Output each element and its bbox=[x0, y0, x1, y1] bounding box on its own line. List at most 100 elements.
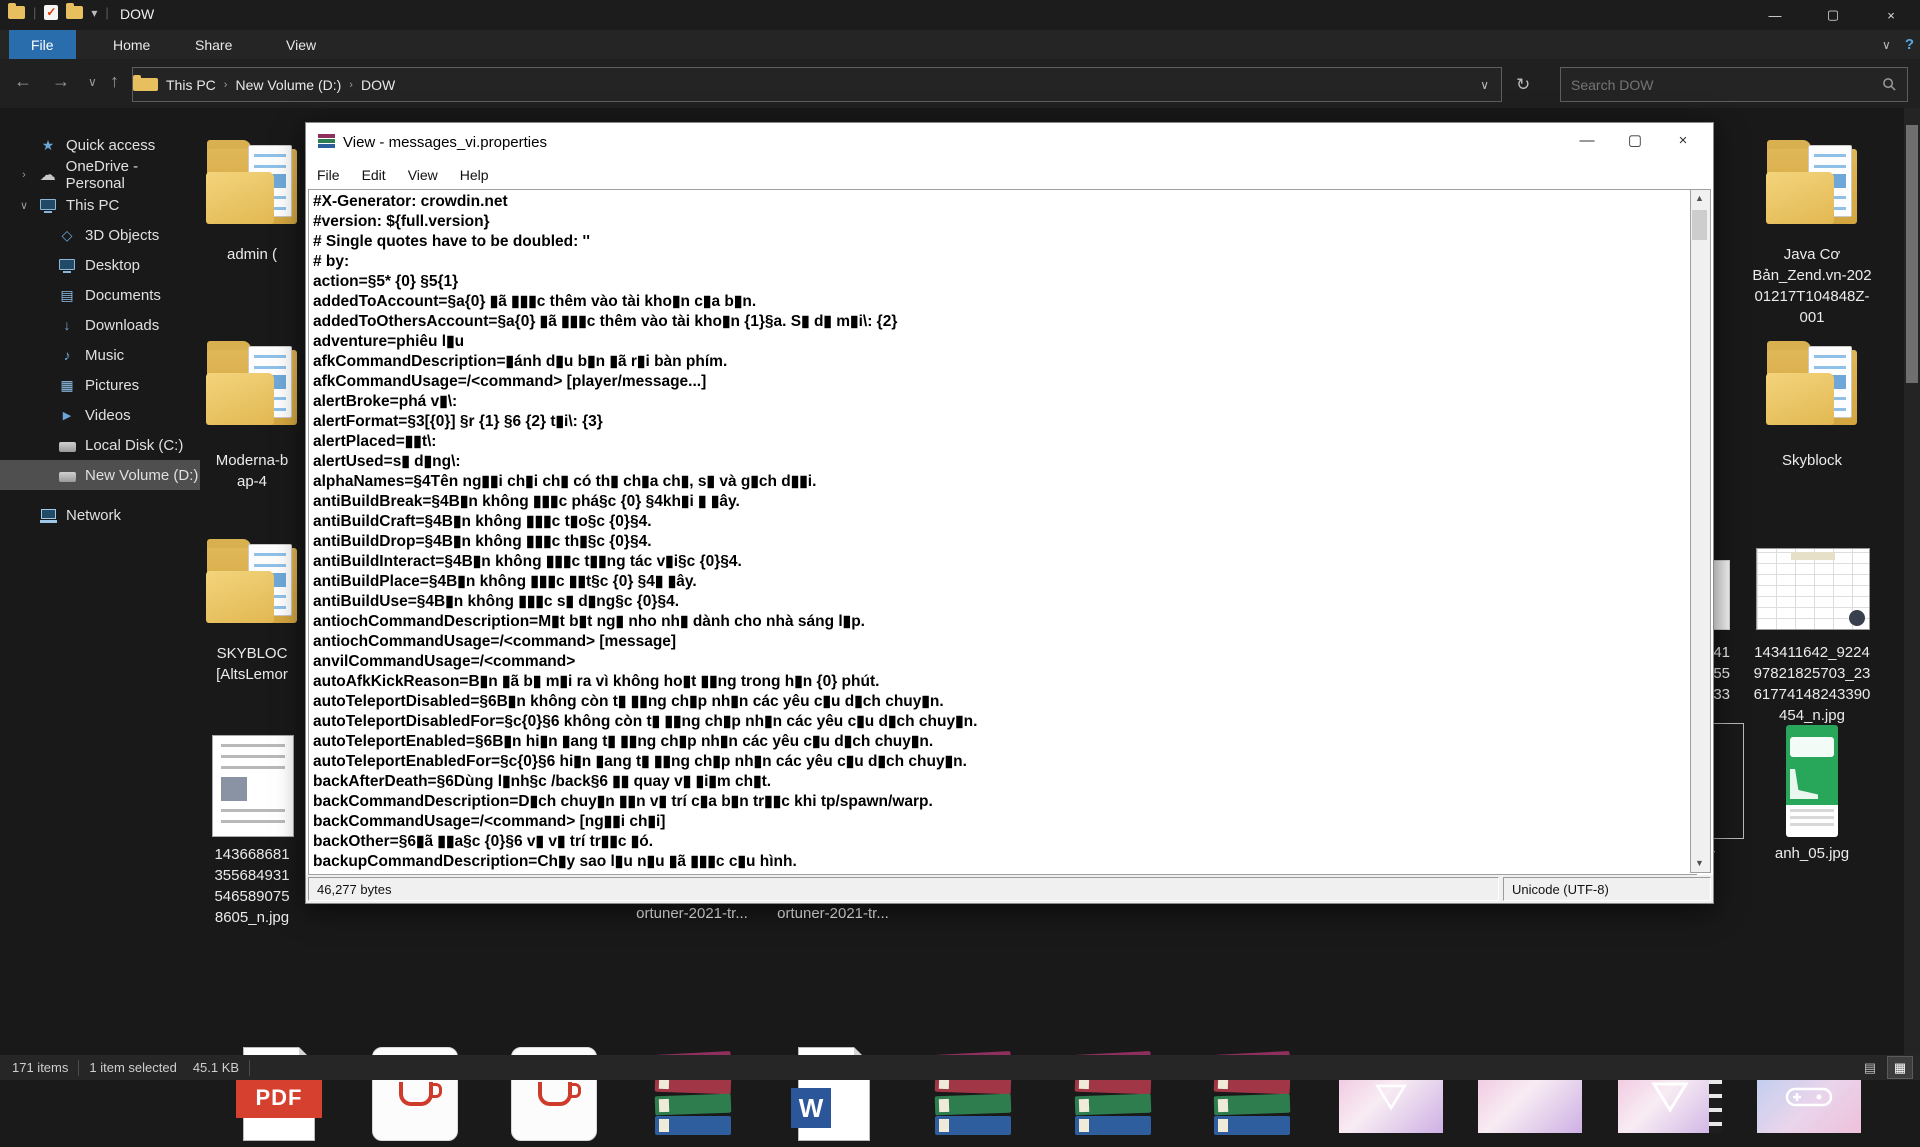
close-button[interactable]: × bbox=[1862, 0, 1920, 30]
minimize-button[interactable]: — bbox=[1746, 0, 1804, 30]
help-icon[interactable]: ? bbox=[1905, 36, 1914, 53]
explorer-scrollbar[interactable] bbox=[1904, 108, 1920, 1055]
titlebar-separator: | bbox=[33, 5, 36, 20]
pic-icon bbox=[58, 377, 76, 393]
drive-icon bbox=[58, 439, 76, 452]
sidebar-item-label: Documents bbox=[85, 287, 161, 304]
scroll-up-icon[interactable]: ▲ bbox=[1691, 190, 1708, 207]
statusbar-separator bbox=[249, 1060, 250, 1076]
quick-access-folder-icon[interactable] bbox=[66, 6, 83, 19]
titlebar-separator: | bbox=[105, 5, 108, 20]
viewer-close-button[interactable]: × bbox=[1667, 127, 1699, 153]
details-view-button[interactable]: ▤ bbox=[1858, 1057, 1882, 1078]
refresh-icon[interactable]: ↻ bbox=[1516, 75, 1530, 95]
cube-icon bbox=[58, 227, 76, 243]
statusbar-separator bbox=[78, 1060, 79, 1076]
drive-icon bbox=[58, 469, 76, 482]
sidebar-item-documents[interactable]: Documents bbox=[0, 280, 200, 310]
sidebar-item-label: OneDrive - Personal bbox=[66, 158, 200, 192]
window-title: DOW bbox=[120, 6, 154, 22]
file-item-label: anh_05.jpg bbox=[1722, 843, 1902, 864]
recent-locations-chevron-icon[interactable]: ∨ bbox=[88, 75, 97, 89]
expand-chevron-icon[interactable]: ∨ bbox=[18, 199, 30, 212]
sidebar-item-label: Music bbox=[85, 347, 124, 364]
vid-icon bbox=[58, 406, 76, 424]
monitor-icon bbox=[58, 258, 76, 273]
tab-home[interactable]: Home bbox=[91, 30, 172, 59]
file-item-label: 143411642_9224 97821825703_23 6177414824… bbox=[1722, 642, 1902, 726]
search-input[interactable] bbox=[1561, 77, 1882, 93]
sidebar-item-network[interactable]: Network bbox=[0, 500, 200, 530]
folder-icon[interactable] bbox=[204, 341, 300, 427]
breadcrumb-item[interactable]: New Volume (D:) bbox=[227, 77, 349, 93]
maximize-button[interactable]: ▢ bbox=[1804, 0, 1862, 30]
tab-share[interactable]: Share bbox=[173, 30, 254, 59]
ribbon-tab-bar: File HomeShare View ∨ ? bbox=[0, 30, 1920, 59]
up-button[interactable]: ↑ bbox=[110, 71, 119, 92]
sidebar-item-videos[interactable]: Videos bbox=[0, 400, 200, 430]
sidebar-item-pictures[interactable]: Pictures bbox=[0, 370, 200, 400]
file-item-label: Java Cơ Bản_Zend.vn-202 01217T104848Z- 0… bbox=[1722, 244, 1902, 328]
viewer-menu-edit[interactable]: Edit bbox=[351, 167, 397, 183]
sidebar-item-downloads[interactable]: Downloads bbox=[0, 310, 200, 340]
file-item-label: r bbox=[1710, 844, 1740, 865]
music-icon bbox=[58, 347, 76, 363]
explorer-scrollbar-thumb[interactable] bbox=[1906, 125, 1918, 383]
sidebar-item-label: Downloads bbox=[85, 317, 159, 334]
viewer-minimize-button[interactable]: — bbox=[1571, 127, 1603, 153]
sidebar-item-label: 3D Objects bbox=[85, 227, 159, 244]
viewer-menu-file[interactable]: File bbox=[306, 167, 351, 183]
winrar-books-icon bbox=[318, 134, 335, 151]
ribbon-collapse-chevron-icon[interactable]: ∨ bbox=[1882, 38, 1891, 52]
sidebar-item-label: Videos bbox=[85, 407, 131, 424]
cloud-icon bbox=[39, 167, 57, 184]
items-count: 171 items bbox=[12, 1060, 68, 1075]
large-icons-view-button[interactable]: ▦ bbox=[1888, 1057, 1912, 1078]
tab-view[interactable]: View bbox=[264, 30, 338, 59]
explorer-statusbar: 171 items 1 item selected 45.1 KB ▤ ▦ bbox=[0, 1055, 1920, 1080]
sidebar-item-music[interactable]: Music bbox=[0, 340, 200, 370]
breadcrumb-item[interactable]: This PC bbox=[158, 77, 224, 93]
sidebar-item-this-pc[interactable]: ∨This PC bbox=[0, 190, 200, 220]
image-thumbnail[interactable] bbox=[1786, 725, 1838, 837]
viewer-scrollbar[interactable]: ▲ ▼ bbox=[1690, 189, 1711, 873]
back-button[interactable]: ← bbox=[14, 71, 32, 92]
sidebar-item-label: Desktop bbox=[85, 257, 140, 274]
folder-icon[interactable] bbox=[1764, 341, 1860, 427]
app-folder-icon bbox=[8, 6, 25, 19]
sidebar-item-quick-access[interactable]: Quick access bbox=[0, 130, 200, 160]
file-item-label: Skyblock bbox=[1722, 450, 1902, 471]
qat-customize-chevron-icon[interactable]: ▾ bbox=[91, 6, 97, 20]
viewer-menu-help[interactable]: Help bbox=[449, 167, 500, 183]
viewer-maximize-button[interactable]: ▢ bbox=[1619, 127, 1651, 153]
image-thumbnail[interactable] bbox=[212, 735, 294, 837]
expand-chevron-icon[interactable]: › bbox=[18, 169, 30, 181]
tab-file[interactable]: File bbox=[9, 30, 76, 59]
image-thumbnail[interactable] bbox=[1756, 548, 1870, 630]
window-titlebar: | ✓ ▾ | DOW — ▢ × bbox=[0, 0, 1920, 30]
address-dropdown-chevron-icon[interactable]: ∨ bbox=[1468, 78, 1501, 92]
quick-access-check-icon[interactable]: ✓ bbox=[44, 5, 58, 20]
folder-icon[interactable] bbox=[1764, 140, 1860, 226]
scroll-down-icon[interactable]: ▼ bbox=[1691, 855, 1708, 872]
viewer-titlebar[interactable]: View - messages_vi.properties — ▢ × bbox=[306, 123, 1713, 161]
breadcrumb: This PC›New Volume (D:)›DOW bbox=[158, 77, 403, 93]
sidebar-item-label: Pictures bbox=[85, 377, 139, 394]
star-icon bbox=[39, 137, 57, 153]
viewer-status-bytes: 46,277 bytes bbox=[308, 877, 1499, 901]
search-box[interactable] bbox=[1560, 67, 1908, 102]
winrar-viewer-window: View - messages_vi.properties — ▢ × File… bbox=[305, 122, 1714, 904]
viewer-text[interactable]: #X-Generator: crowdin.net #version: ${fu… bbox=[308, 189, 1697, 875]
selection-size: 45.1 KB bbox=[193, 1060, 239, 1075]
folder-icon[interactable] bbox=[204, 140, 300, 226]
selection-count: 1 item selected bbox=[89, 1060, 176, 1075]
folder-icon[interactable] bbox=[204, 539, 300, 625]
address-bar[interactable]: This PC›New Volume (D:)›DOW ∨ bbox=[132, 67, 1502, 102]
sidebar-item-onedrive-personal[interactable]: › OneDrive - Personal bbox=[0, 160, 200, 190]
breadcrumb-item[interactable]: DOW bbox=[353, 77, 403, 93]
viewer-menu-view[interactable]: View bbox=[397, 167, 449, 183]
viewer-scrollbar-thumb[interactable] bbox=[1692, 210, 1707, 240]
forward-button[interactable]: → bbox=[52, 71, 70, 92]
search-icon[interactable] bbox=[1882, 77, 1897, 92]
down-icon bbox=[58, 317, 76, 333]
